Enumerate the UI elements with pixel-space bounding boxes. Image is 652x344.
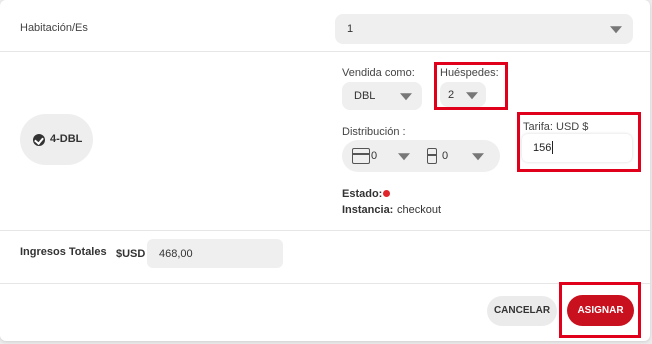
status-label: Estado:	[342, 188, 383, 200]
rate-label: Tarifa: USD $	[523, 121, 589, 133]
double-bed-icon	[352, 148, 370, 164]
chevron-down-icon[interactable]	[398, 153, 410, 161]
instance-value: checkout	[397, 204, 442, 216]
room-type-label: 4-DBL	[50, 133, 83, 145]
chevron-down-icon[interactable]	[472, 153, 484, 161]
sold-as-value: DBL	[354, 90, 376, 102]
room-select[interactable]: 1	[335, 14, 633, 44]
divider	[0, 283, 650, 284]
guests-label: Huéspedes:	[440, 67, 499, 79]
income-currency: $USD	[116, 248, 146, 260]
guests-select[interactable]: 2	[440, 82, 486, 107]
single-bed-icon	[427, 148, 437, 164]
rate-input[interactable]: 156	[522, 134, 632, 162]
chevron-down-icon	[466, 91, 478, 99]
room-select-value: 1	[347, 23, 354, 35]
text-cursor	[552, 141, 553, 154]
income-field: 468,00	[147, 239, 283, 268]
distribution-label: Distribución :	[342, 126, 406, 138]
distribution-select[interactable]: 0 0	[342, 140, 500, 172]
room-type-chip[interactable]: 4-DBL	[20, 114, 93, 165]
sold-as-label: Vendida como:	[342, 67, 415, 79]
income-value: 468,00	[159, 247, 193, 260]
divider	[0, 230, 650, 231]
chevron-down-icon	[400, 93, 412, 101]
divider	[0, 51, 650, 52]
rate-value: 156	[533, 142, 552, 154]
check-circle-icon	[33, 134, 45, 146]
chevron-down-icon	[610, 26, 622, 34]
double-bed-count: 0	[371, 150, 378, 162]
room-label: Habitación/Es	[20, 22, 88, 34]
single-bed-count: 0	[442, 150, 449, 162]
income-label: Ingresos Totales	[20, 246, 107, 258]
status-dot-icon	[383, 190, 390, 197]
guests-value: 2	[448, 88, 455, 101]
room-assignment-panel: Habitación/Es 1 4-DBL Vendida como: DBL …	[0, 0, 650, 341]
assign-button[interactable]: ASIGNAR	[567, 295, 634, 326]
sold-as-select[interactable]: DBL	[342, 82, 422, 110]
instance-label: Instancia:	[342, 204, 394, 216]
cancel-button[interactable]: CANCELAR	[487, 296, 557, 326]
